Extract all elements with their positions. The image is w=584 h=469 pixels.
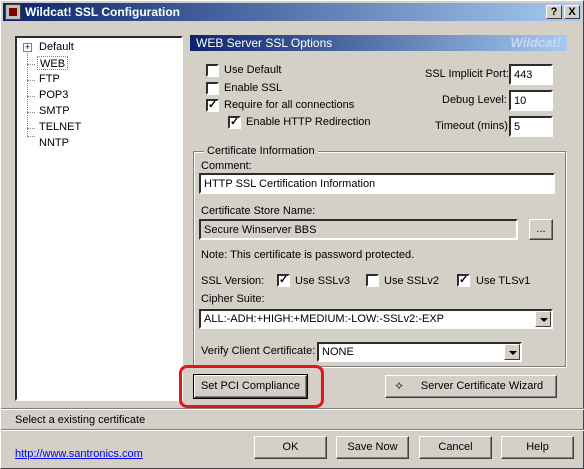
enable-ssl-label: Enable SSL: [224, 82, 283, 94]
title-bar[interactable]: Wildcat! SSL Configuration ? X: [3, 3, 581, 21]
section-header: WEB Server SSL Options Wildcat!: [190, 35, 567, 51]
sslv2-checkbox[interactable]: [366, 274, 379, 287]
comment-input[interactable]: HTTP SSL Certification Information: [199, 173, 555, 194]
protocol-tree[interactable]: + Default WEB FTP POP3 SMTP TELNET NNTP: [15, 36, 183, 401]
tree-item-default[interactable]: Default: [37, 40, 76, 54]
help-title-button[interactable]: ?: [546, 5, 562, 19]
separator: [1, 408, 584, 410]
tree-item-smtp[interactable]: SMTP: [37, 104, 72, 118]
tree-item-ftp[interactable]: FTP: [37, 72, 62, 86]
sslv3-checkbox[interactable]: ✓: [277, 274, 290, 287]
implicit-port-label: SSL Implicit Port:: [425, 68, 509, 80]
certificate-wizard-button[interactable]: ✧ Server Certificate Wizard: [385, 375, 557, 398]
close-button[interactable]: X: [564, 5, 580, 19]
brand-label: Wildcat!: [510, 35, 561, 50]
save-now-button[interactable]: Save Now: [336, 436, 409, 459]
certificate-group-title: Certificate Information: [204, 145, 318, 157]
wizard-label: Server Certificate Wizard: [420, 380, 544, 392]
tree-item-nntp[interactable]: NNTP: [37, 136, 71, 150]
debug-level-input[interactable]: 10: [509, 90, 553, 111]
comment-label: Comment:: [201, 160, 252, 172]
cipher-label: Cipher Suite:: [201, 293, 265, 305]
cancel-button[interactable]: Cancel: [419, 436, 492, 459]
wand-icon: ✧: [394, 379, 405, 393]
tree-item-pop3[interactable]: POP3: [37, 88, 70, 102]
require-all-label: Require for all connections: [224, 99, 355, 111]
verify-label: Verify Client Certificate:: [201, 345, 316, 357]
website-link[interactable]: http://www.santronics.com: [15, 448, 143, 460]
separator: [1, 429, 584, 431]
ssl-version-label: SSL Version:: [201, 275, 265, 287]
status-text: Select a existing certificate: [15, 414, 146, 426]
debug-level-label: Debug Level:: [442, 94, 507, 106]
verify-select[interactable]: NONE: [317, 342, 522, 362]
password-note: Note: This certificate is password prote…: [201, 249, 415, 261]
ok-button[interactable]: OK: [254, 436, 327, 459]
verify-value: NONE: [322, 346, 354, 358]
use-default-checkbox[interactable]: [206, 64, 219, 77]
tree-item-web[interactable]: WEB: [37, 56, 69, 70]
use-default-label: Use Default: [224, 64, 282, 76]
expand-icon[interactable]: +: [23, 43, 32, 52]
sslv2-label: Use SSLv2: [384, 275, 440, 287]
timeout-label: Timeout (mins): [435, 120, 508, 132]
chevron-down-icon[interactable]: [535, 311, 551, 327]
enable-redirect-label: Enable HTTP Redirection: [246, 116, 371, 128]
sslv3-label: Use SSLv3: [295, 275, 351, 287]
section-title: WEB Server SSL Options: [196, 36, 333, 50]
enable-ssl-checkbox[interactable]: [206, 82, 219, 95]
tree-item-telnet[interactable]: TELNET: [37, 120, 83, 134]
browse-button[interactable]: ...: [529, 219, 553, 240]
tlsv1-label: Use TLSv1: [476, 275, 531, 287]
chevron-down-icon[interactable]: [504, 344, 520, 360]
store-input[interactable]: Secure Winserver BBS: [199, 219, 518, 240]
tlsv1-checkbox[interactable]: ✓: [457, 274, 470, 287]
implicit-port-input[interactable]: 443: [509, 64, 553, 85]
require-all-checkbox[interactable]: ✓: [206, 99, 219, 112]
highlight-ring: [179, 365, 324, 408]
timeout-input[interactable]: 5: [509, 116, 553, 137]
ssl-config-window: Wildcat! SSL Configuration ? X + Default…: [0, 0, 584, 469]
cipher-select[interactable]: ALL:-ADH:+HIGH:+MEDIUM:-LOW:-SSLv2:-EXP: [199, 309, 553, 329]
enable-redirect-checkbox[interactable]: ✓: [228, 116, 241, 129]
store-label: Certificate Store Name:: [201, 205, 316, 217]
cipher-value: ALL:-ADH:+HIGH:+MEDIUM:-LOW:-SSLv2:-EXP: [204, 313, 445, 325]
help-button[interactable]: Help: [501, 436, 574, 459]
window-title: Wildcat! SSL Configuration: [25, 5, 180, 19]
app-icon: [5, 4, 21, 20]
